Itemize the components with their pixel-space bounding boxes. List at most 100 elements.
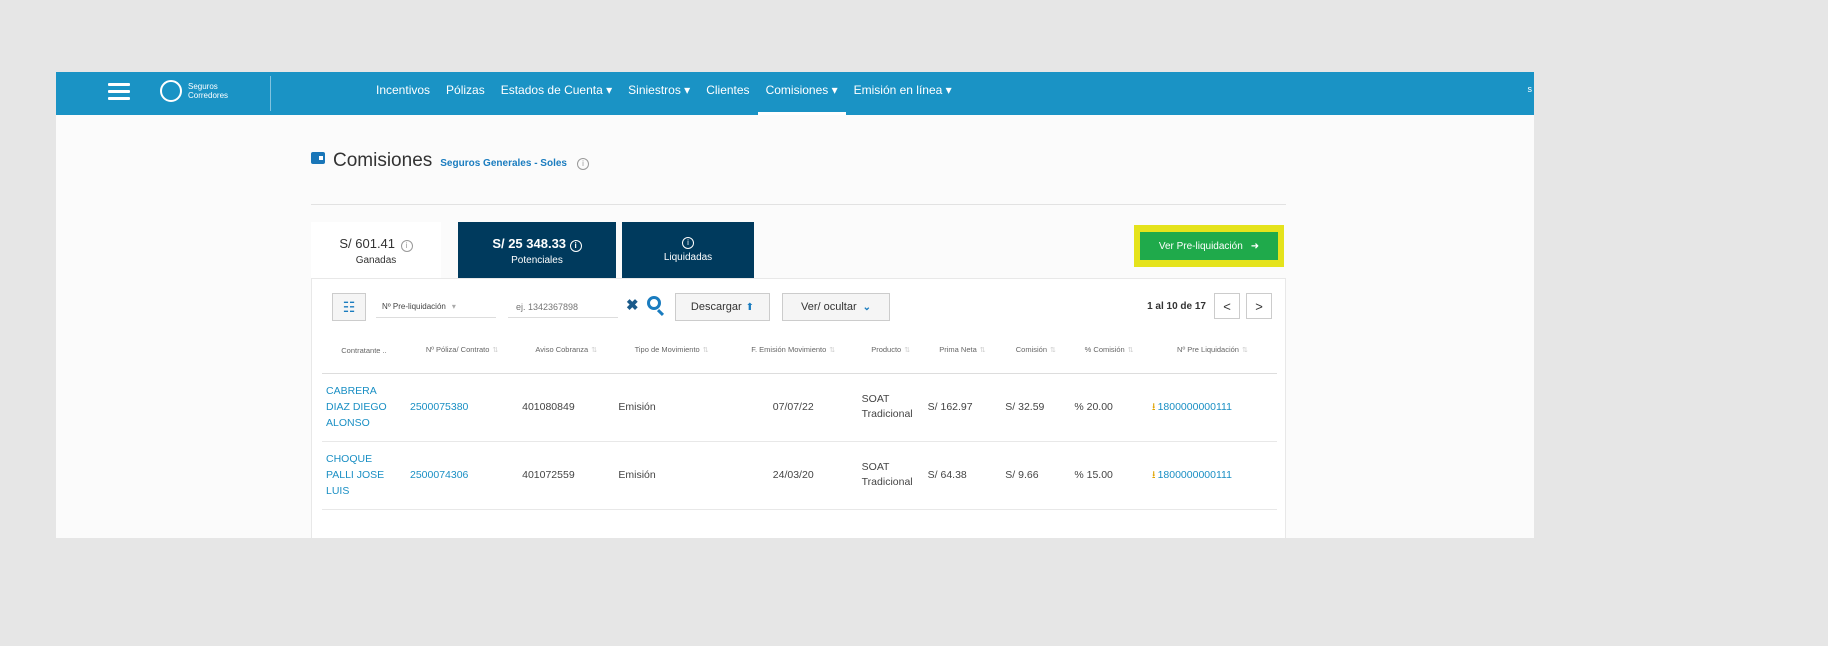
prev-page-button[interactable]: < — [1214, 293, 1240, 319]
ver-preliquidacion-button[interactable]: Ver Pre-liquidación ➜ — [1140, 232, 1278, 260]
top-navbar: Seguros Corredores Incentivos Pólizas Es… — [56, 72, 1534, 115]
wallet-icon — [311, 152, 325, 164]
download-label: Descargar — [690, 301, 742, 313]
sort-icon: ⇅ — [492, 347, 499, 355]
main-menu: Incentivos Pólizas Estados de Cuenta ▾ S… — [368, 72, 960, 115]
nav-item-emision-en-linea[interactable]: Emisión en línea ▾ — [846, 72, 960, 115]
download-icon: ⬆ — [745, 301, 755, 313]
client-link[interactable]: CHOQUE PALLI JOSE LUIS — [322, 441, 406, 510]
producto-cell: SOAT — [857, 509, 924, 538]
comision-cell: S/ 9.66 — [1001, 441, 1071, 510]
client-link[interactable]: CABRERA DIAZ DIEGO ALONSO — [322, 373, 406, 442]
aviso-cell — [518, 509, 615, 538]
prima-cell: S/ 64.38 — [923, 441, 1002, 510]
table-row: CHOQUE SOAT — [322, 509, 1277, 538]
preliq-cell: ⭳ 1800000000111 — [1147, 373, 1277, 442]
pct-cell: % 20.00 — [1070, 373, 1148, 442]
nav-item-siniestros[interactable]: Siniestros ▾ — [620, 72, 698, 115]
search-icon[interactable] — [647, 296, 661, 310]
preliq-cell — [1147, 509, 1277, 538]
fecha-cell: 24/03/20 — [728, 441, 858, 510]
ganadas-label: Ganadas — [355, 255, 397, 266]
select-value: Nº Pre-liquidación — [382, 302, 446, 311]
info-icon: i — [682, 237, 694, 249]
tipo-cell: Emisión — [614, 373, 729, 442]
hamburger-menu-icon[interactable] — [108, 83, 130, 101]
pager-text: 1 al 10 de 17 — [1147, 300, 1206, 312]
preliq-link[interactable]: ⭳ 1800000000111 — [1152, 469, 1232, 481]
col-fecha-emision[interactable]: F. Emisión Movimiento ⇅ — [728, 329, 858, 374]
policy-link[interactable]: 2500075380 — [406, 373, 519, 442]
aviso-cell: 401080849 — [518, 373, 615, 442]
table-header-row: Contratante .. Nº Póliza/ Contrato ⇅ Avis… — [322, 329, 1277, 374]
nav-edge-text: s — [1527, 84, 1533, 94]
potenciales-amount: S/ 25 348.33 — [492, 236, 567, 251]
commissions-table: Contratante .. Nº Póliza/ Contrato ⇅ Avis… — [322, 329, 1277, 538]
table-row: CABRERA DIAZ DIEGO ALONSO 2500075380 401… — [322, 373, 1277, 442]
policy-link[interactable] — [406, 509, 519, 538]
preliq-link[interactable]: ⭳ 1800000000111 — [1152, 401, 1232, 413]
brand-logo[interactable]: Seguros Corredores — [160, 80, 228, 102]
search-input[interactable] — [508, 296, 618, 318]
pct-cell: % 15.00 — [1070, 441, 1148, 510]
nav-item-comisiones[interactable]: Comisiones ▾ — [757, 72, 846, 115]
arrow-right-icon: ➜ — [1250, 240, 1260, 252]
col-contratante[interactable]: Contratante .. — [322, 329, 406, 374]
sort-icon: ⇅ — [979, 347, 986, 355]
filter-sliders-button[interactable]: ☷ — [332, 293, 366, 321]
sort-icon: ⇅ — [702, 347, 709, 355]
col-prima-neta[interactable]: Prima Neta ⇅ — [923, 329, 1002, 374]
producto-cell: SOAT Tradicional — [857, 373, 924, 442]
info-icon: i — [400, 240, 413, 252]
potenciales-label: Potenciales — [511, 255, 563, 266]
client-link[interactable]: CHOQUE — [322, 509, 406, 538]
show-hide-columns-button[interactable]: Ver/ ocultar ⌄ — [782, 293, 890, 321]
fecha-cell — [728, 509, 858, 538]
search-field-select[interactable]: Nº Pre-liquidación ▾ — [376, 296, 496, 318]
chevron-down-icon: ▾ — [451, 302, 456, 311]
nav-item-incentivos[interactable]: Incentivos — [368, 72, 438, 115]
col-producto[interactable]: Producto ⇅ — [857, 329, 924, 374]
col-pct-comision[interactable]: % Comisión ⇅ — [1070, 329, 1148, 374]
highlight-box: Ver Pre-liquidación ➜ — [1134, 225, 1284, 267]
preliq-cell: ⭳ 1800000000111 — [1147, 441, 1277, 510]
comision-cell — [1001, 509, 1071, 538]
col-tipo-movimiento[interactable]: Tipo de Movimiento ⇅ — [614, 329, 729, 374]
download-button[interactable]: Descargar ⬆ — [675, 293, 770, 321]
sort-icon: ⇅ — [591, 347, 598, 355]
table-toolbar: ☷ Nº Pre-liquidación ▾ ✖ Descargar ⬆ Ver/… — [332, 293, 1272, 323]
tab-ganadas[interactable]: S/ 601.41 i Ganadas — [311, 222, 441, 278]
nav-item-estados-de-cuenta[interactable]: Estados de Cuenta ▾ — [493, 72, 620, 115]
tab-potenciales[interactable]: S/ 25 348.33 i Potenciales — [458, 222, 616, 278]
col-aviso[interactable]: Aviso Cobranza ⇅ — [518, 329, 615, 374]
fecha-cell: 07/07/22 — [728, 373, 858, 442]
sort-icon: ⇅ — [829, 347, 836, 355]
tab-liquidadas[interactable]: i Liquidadas — [622, 222, 754, 278]
table-row: CHOQUE PALLI JOSE LUIS 2500074306 401072… — [322, 441, 1277, 510]
download-icon: ⭳ — [1151, 469, 1156, 481]
policy-link[interactable]: 2500074306 — [406, 441, 519, 510]
page-subtitle: Seguros Generales - Soles — [440, 158, 567, 169]
preliq-button-label: Ver Pre-liquidación — [1158, 240, 1243, 252]
sort-icon: ⇅ — [1127, 347, 1134, 355]
info-icon: i — [569, 240, 582, 252]
pct-cell — [1070, 509, 1148, 538]
liquidadas-label: Liquidadas — [663, 252, 713, 263]
col-preliquidacion[interactable]: Nº Pre Liquidación ⇅ — [1147, 329, 1277, 374]
col-comision[interactable]: Comisión ⇅ — [1001, 329, 1071, 374]
prima-cell — [923, 509, 1002, 538]
info-icon[interactable]: i — [576, 158, 589, 170]
sort-icon: ⇅ — [904, 347, 911, 355]
nav-divider — [270, 76, 271, 111]
sort-icon: ⇅ — [1050, 347, 1056, 355]
show-hide-label: Ver/ ocultar — [800, 301, 857, 313]
nav-item-polizas[interactable]: Pólizas — [438, 72, 493, 115]
clear-icon[interactable]: ✖ — [626, 296, 639, 314]
aviso-cell: 401072559 — [518, 441, 615, 510]
next-page-button[interactable]: > — [1246, 293, 1272, 319]
commissions-panel: ☷ Nº Pre-liquidación ▾ ✖ Descargar ⬆ Ver/… — [311, 278, 1286, 538]
col-poliza[interactable]: Nº Póliza/ Contrato ⇅ — [406, 329, 519, 374]
nav-item-clientes[interactable]: Clientes — [698, 72, 757, 115]
tipo-cell: Emisión — [614, 441, 729, 510]
header-divider — [311, 204, 1286, 205]
